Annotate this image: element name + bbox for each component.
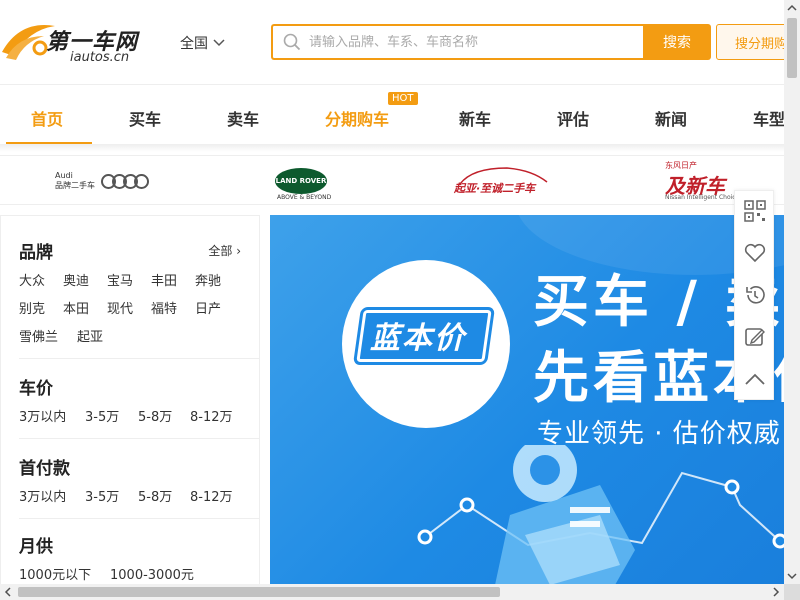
monthly-option[interactable]: 1000-3000元 — [110, 564, 194, 583]
scroll-right-arrow-icon[interactable] — [768, 584, 784, 600]
filter-all-label: 全部 — [208, 244, 233, 258]
price-option[interactable]: 5-8万 — [138, 406, 172, 425]
down-payment-option[interactable]: 5-8万 — [138, 486, 172, 505]
scroll-down-arrow-icon[interactable] — [784, 568, 800, 584]
brand-option[interactable]: 现代 — [107, 298, 133, 317]
nissan-tagline: Nissan Intelligent Choice — [665, 194, 740, 201]
favorite-button[interactable] — [735, 233, 775, 273]
land-rover-tagline: ABOVE & BEYOND — [277, 194, 332, 201]
heart-icon — [744, 243, 766, 263]
price-option[interactable]: 3-5万 — [85, 406, 119, 425]
brand-strip: Audi 品牌二手车 LAND ROVER ABOVE & BEYOND 起亚·… — [0, 155, 784, 205]
feedback-button[interactable] — [735, 317, 775, 357]
brand-logo-land-rover[interactable]: LAND ROVER ABOVE & BEYOND — [275, 162, 335, 201]
divider — [19, 518, 259, 519]
audi-text: Audi 品牌二手车 — [55, 171, 95, 191]
scrollbar-corner — [784, 584, 800, 600]
brand-option[interactable]: 别克 — [19, 298, 45, 317]
brand-option[interactable]: 本田 — [63, 298, 89, 317]
down-payment-option[interactable]: 3万以内 — [19, 486, 66, 505]
filter-title-down-payment: 首付款 — [19, 459, 70, 479]
promo-banner[interactable]: 蓝本价 买车 / 卖车 先看蓝本价 专业领先 · 估价权威 — [270, 215, 784, 585]
city-selector[interactable]: 全国 — [180, 33, 225, 53]
qrcode-button[interactable] — [735, 191, 775, 231]
main-nav: 首页 买车 卖车 分期购车 HOT 新车 评估 新闻 车型 — [0, 84, 785, 145]
back-to-top-button[interactable] — [735, 359, 775, 399]
banner-logo-text: 蓝本价 — [370, 321, 466, 356]
search-input[interactable] — [309, 34, 629, 50]
brand-option[interactable]: 雪佛兰 — [19, 326, 58, 345]
nav-item-buy[interactable]: 买车 — [129, 106, 161, 130]
horizontal-scrollbar[interactable] — [0, 584, 784, 600]
nav-item-news[interactable]: 新闻 — [655, 106, 687, 130]
down-payment-option[interactable]: 8-12万 — [190, 486, 233, 505]
brand-option[interactable]: 丰田 — [151, 270, 177, 289]
chevron-down-icon — [213, 39, 225, 47]
site-logo[interactable]: 第一车网 iautos.cn — [0, 18, 140, 68]
divider — [19, 438, 259, 439]
horizontal-scroll-thumb[interactable] — [18, 587, 500, 597]
price-option[interactable]: 8-12万 — [190, 406, 233, 425]
brand-option[interactable]: 福特 — [151, 298, 177, 317]
monthly-option[interactable]: 1000元以下 — [19, 564, 91, 583]
nav-item-models[interactable]: 车型 — [753, 106, 785, 130]
vertical-scroll-thumb[interactable] — [787, 18, 797, 78]
brand-option[interactable]: 大众 — [19, 270, 45, 289]
brand-option[interactable]: 日产 — [195, 298, 221, 317]
edit-icon — [745, 328, 765, 346]
page: 第一车网 iautos.cn 全国 搜索 搜分期购 首页 买车 卖车 分期购车 … — [0, 0, 800, 600]
divider — [19, 358, 259, 359]
brand-option[interactable]: 起亚 — [77, 326, 103, 345]
qrcode-icon — [744, 200, 766, 222]
filter-title-brand: 品牌 — [19, 243, 53, 263]
brand-option[interactable]: 奥迪 — [63, 270, 89, 289]
audi-name: Audi — [55, 171, 73, 180]
nav-item-sell[interactable]: 卖车 — [227, 106, 259, 130]
down-payment-option[interactable]: 3-5万 — [85, 486, 119, 505]
scroll-left-arrow-icon[interactable] — [0, 584, 16, 600]
logo-domain: iautos.cn — [70, 50, 130, 65]
filter-title-monthly: 月供 — [19, 537, 53, 557]
hot-badge: HOT — [388, 92, 418, 105]
audi-rings-icon — [101, 173, 149, 189]
audi-caption: 品牌二手车 — [55, 181, 95, 190]
price-option[interactable]: 3万以内 — [19, 406, 66, 425]
city-label: 全国 — [180, 36, 208, 52]
brand-logo-audi[interactable]: Audi 品牌二手车 — [55, 162, 149, 200]
brand-logo-nissan[interactable]: 东风日产 及新车 Nissan Intelligent Choice — [665, 161, 740, 201]
chevron-up-icon — [745, 373, 765, 385]
history-button[interactable] — [735, 275, 775, 315]
filter-all-brands-link[interactable]: 全部 › — [208, 242, 241, 259]
search-box — [271, 24, 643, 60]
floating-toolbar — [734, 190, 774, 400]
search-button[interactable]: 搜索 — [643, 24, 711, 60]
land-rover-badge: LAND ROVER — [275, 168, 327, 194]
nav-shadow — [0, 144, 784, 152]
brand-option[interactable]: 宝马 — [107, 270, 133, 289]
search-icon — [283, 33, 301, 51]
brand-option[interactable]: 奔驰 — [195, 270, 221, 289]
vertical-scrollbar[interactable] — [784, 0, 800, 584]
nav-item-evaluate[interactable]: 评估 — [557, 106, 589, 130]
banner-chart-illustration-icon — [417, 445, 784, 585]
brand-logo-kia[interactable]: 起亚·至诚二手车 — [452, 162, 552, 200]
nav-item-home[interactable]: 首页 — [31, 106, 63, 130]
scroll-up-arrow-icon[interactable] — [784, 0, 800, 16]
chevron-right-icon: › — [236, 244, 241, 258]
filter-title-price: 车价 — [19, 379, 53, 399]
kia-text: 起亚·至诚二手车 — [454, 182, 536, 195]
header: 第一车网 iautos.cn 全国 搜索 搜分期购 — [0, 0, 796, 84]
filter-panel: 品牌 全部 › 大众 奥迪 宝马 丰田 奔驰 别克 本田 现代 福特 日产 雪佛… — [0, 215, 260, 585]
nav-item-new-car[interactable]: 新车 — [459, 106, 491, 130]
nav-item-installment[interactable]: 分期购车 — [325, 106, 389, 130]
history-icon — [746, 286, 765, 304]
